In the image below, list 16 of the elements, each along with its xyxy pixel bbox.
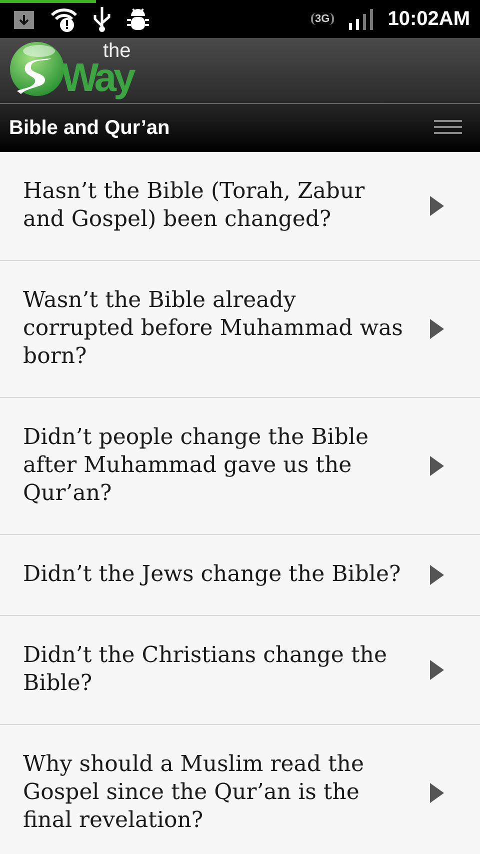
bug-icon (126, 6, 150, 32)
chevron-right-icon (430, 660, 444, 680)
wifi-warning-icon (50, 6, 78, 32)
chevron-right-icon (430, 456, 444, 476)
network-type-label: 3G (311, 13, 334, 25)
usb-icon (92, 6, 112, 32)
section-title: Bible and Qur’an (9, 116, 171, 140)
chevron-right-icon (430, 783, 444, 803)
chevron-right-icon (430, 319, 444, 339)
signal-icon (348, 8, 374, 30)
chevron-right-icon (430, 196, 444, 216)
menu-icon (434, 120, 462, 134)
logo-text: Way (61, 59, 133, 97)
logo-small-text: the (102, 43, 131, 59)
clock-time: 10:02AM (388, 8, 470, 30)
chevron-right-icon (430, 565, 444, 585)
